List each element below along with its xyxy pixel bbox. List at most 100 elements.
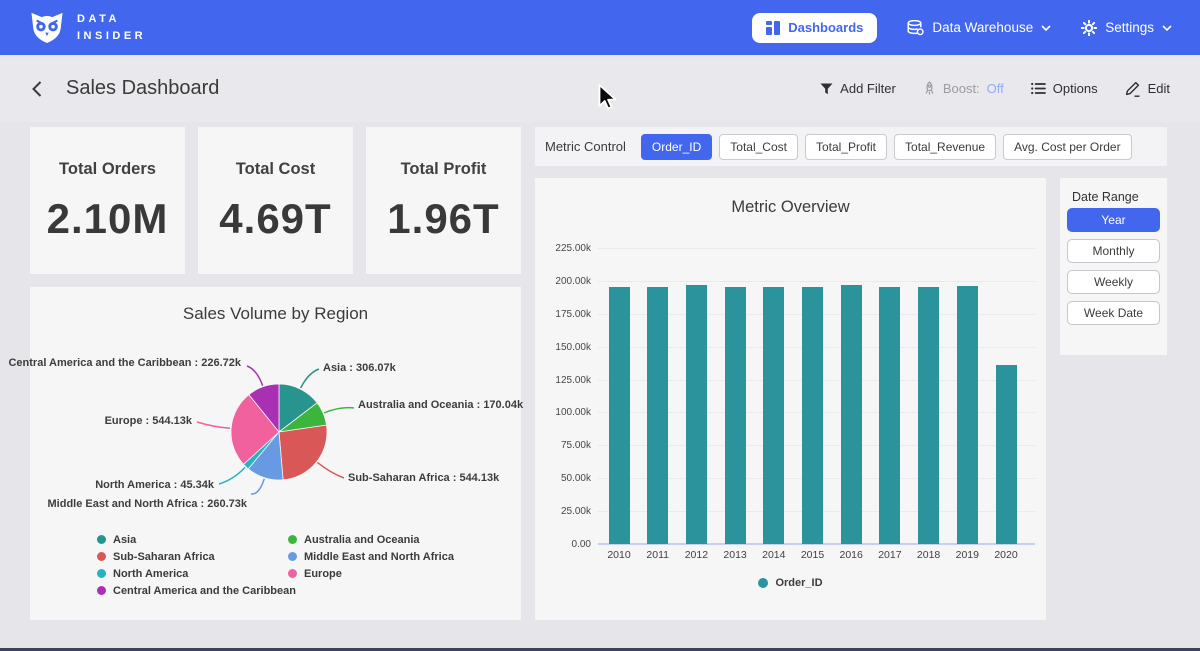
x-axis-tick: 2011 [638, 549, 678, 561]
date-range-monthly-button[interactable]: Monthly [1067, 239, 1160, 263]
x-axis-tick: 2017 [870, 549, 910, 561]
legend-item-north-america[interactable]: North America [97, 565, 296, 582]
legend-dot-australia-oceania [288, 535, 297, 544]
legend-item-central-america-caribbean[interactable]: Central America and the Caribbean [97, 582, 296, 599]
x-axis-tick: 2012 [676, 549, 716, 561]
legend-item-australia-oceania[interactable]: Australia and Oceania [288, 531, 454, 548]
dashboard-grid-icon [766, 21, 780, 35]
legend-label: Asia [113, 534, 136, 546]
settings-label: Settings [1105, 20, 1154, 35]
brand: DATA INSIDER [28, 10, 146, 45]
options-label: Options [1053, 81, 1098, 96]
bar-chart-legend[interactable]: Order_ID [535, 577, 1046, 589]
pie-label-australia-oceania: Australia and Oceania : 170.04k [358, 399, 523, 411]
pie-chart-card: Sales Volume by Region Asia : 306.07k Au… [30, 287, 521, 620]
legend-dot-middle-east-north-africa [288, 552, 297, 561]
date-range-year-button[interactable]: Year [1067, 208, 1160, 232]
data-warehouse-label: Data Warehouse [932, 20, 1033, 35]
dashboards-label: Dashboards [788, 20, 863, 35]
bar-2014 [763, 287, 784, 544]
owl-logo-icon [28, 10, 66, 45]
chevron-left-icon [31, 80, 43, 98]
legend-item-sub-saharan-africa[interactable]: Sub-Saharan Africa [97, 548, 296, 565]
kpi-value: 1.96T [366, 195, 521, 243]
y-axis-tick: 225.00k [535, 243, 591, 254]
bar-2013 [725, 287, 746, 544]
legend-label: Middle East and North Africa [304, 551, 454, 563]
pie-leader-line [324, 408, 354, 413]
legend-label: Sub-Saharan Africa [113, 551, 215, 563]
bar-2012 [686, 285, 707, 544]
gridline [598, 248, 1035, 249]
kpi-label: Total Orders [30, 160, 185, 179]
kpi-value: 2.10M [30, 195, 185, 243]
bar-chart-card: Metric Overview Order_ID 225.00k200.00k1… [535, 178, 1046, 620]
chevron-down-icon [1162, 25, 1172, 31]
legend-dot-north-america [97, 569, 106, 578]
metric-button-total-profit[interactable]: Total_Profit [805, 134, 887, 160]
y-axis-tick: 200.00k [535, 276, 591, 287]
date-range-week-date-button[interactable]: Week Date [1067, 301, 1160, 325]
legend-dot-central-america-caribbean [97, 586, 106, 595]
date-range-weekly-button[interactable]: Weekly [1067, 270, 1160, 294]
metric-button-total-revenue[interactable]: Total_Revenue [894, 134, 996, 160]
y-axis-tick: 150.00k [535, 342, 591, 353]
pie-leader-line [251, 479, 264, 494]
add-filter-label: Add Filter [840, 81, 896, 96]
back-button[interactable] [30, 80, 44, 98]
x-axis-tick: 2020 [986, 549, 1026, 561]
bar-2016 [841, 285, 862, 544]
pie-label-sub-saharan-africa: Sub-Saharan Africa : 544.13k [348, 472, 499, 484]
data-warehouse-menu[interactable]: Data Warehouse [907, 20, 1051, 36]
pie-leader-line [301, 369, 319, 388]
gridline [598, 281, 1035, 282]
metric-control-label: Metric Control [545, 139, 626, 154]
legend-item-europe[interactable]: Europe [288, 565, 454, 582]
kpi-label: Total Profit [366, 160, 521, 179]
pie-leader-line [219, 467, 245, 484]
y-axis-tick: 25.00k [535, 506, 591, 517]
list-options-icon [1031, 82, 1046, 95]
y-axis-tick: 175.00k [535, 309, 591, 320]
y-axis-tick: 0.00 [535, 539, 591, 550]
metric-button-total-cost[interactable]: Total_Cost [719, 134, 798, 160]
options-button[interactable]: Options [1031, 81, 1098, 96]
bar-legend-dot [758, 578, 768, 588]
x-axis-tick: 2014 [754, 549, 794, 561]
pie-label-europe: Europe : 544.13k [105, 415, 192, 427]
boost-toggle[interactable]: Boost: Off [923, 81, 1004, 96]
kpi-card-total-orders: Total Orders 2.10M [30, 127, 185, 274]
nav-actions: Dashboards Data Warehouse [752, 13, 1172, 43]
dashboards-button[interactable]: Dashboards [752, 13, 877, 43]
settings-menu[interactable]: Settings [1081, 20, 1172, 36]
pie-leader-line [197, 422, 230, 428]
top-navbar: DATA INSIDER Dashboards D [0, 0, 1200, 55]
mouse-cursor [598, 84, 620, 114]
metric-button-avg-cost-per-order[interactable]: Avg. Cost per Order [1003, 134, 1132, 160]
pie-label-central-america-caribbean: Central America and the Caribbean : 226.… [8, 357, 241, 369]
kpi-value: 4.69T [198, 195, 353, 243]
legend-item-asia[interactable]: Asia [97, 531, 296, 548]
legend-dot-asia [97, 535, 106, 544]
legend-item-middle-east-north-africa[interactable]: Middle East and North Africa [288, 548, 454, 565]
kpi-card-total-profit: Total Profit 1.96T [366, 127, 521, 274]
x-axis-tick: 2019 [947, 549, 987, 561]
kpi-card-total-cost: Total Cost 4.69T [198, 127, 353, 274]
boost-state: Off [987, 81, 1004, 96]
edit-button[interactable]: Edit [1125, 81, 1170, 97]
x-axis-tick: 2016 [831, 549, 871, 561]
legend-dot-sub-saharan-africa [97, 552, 106, 561]
pie-slice-sub-saharan-africa [279, 425, 327, 480]
legend-label: North America [113, 568, 188, 580]
edit-label: Edit [1148, 81, 1170, 96]
pie-legend-column-2: Australia and Oceania Middle East and No… [288, 531, 454, 582]
x-axis-tick: 2018 [909, 549, 949, 561]
metric-control-bar: Metric Control Order_ID Total_Cost Total… [535, 127, 1167, 166]
chevron-down-icon [1041, 25, 1051, 31]
legend-label: Central America and the Caribbean [113, 585, 296, 597]
add-filter-button[interactable]: Add Filter [820, 81, 896, 96]
metric-button-order-id[interactable]: Order_ID [641, 134, 712, 160]
legend-label: Australia and Oceania [304, 534, 420, 546]
bar-2010 [609, 287, 630, 544]
pie-leader-line [247, 366, 263, 386]
